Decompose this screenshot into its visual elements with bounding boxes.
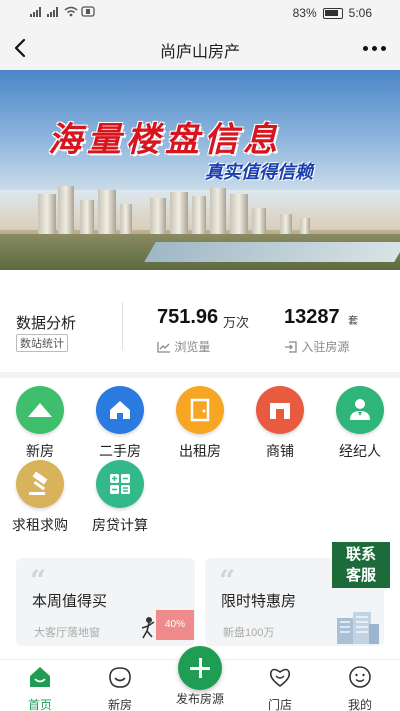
listings-unit: 套	[348, 316, 358, 327]
tab-label: 门店	[267, 698, 292, 711]
signal-icon-2	[47, 7, 58, 17]
page-title: 尚庐山房产	[159, 44, 240, 61]
card-subtitle: 新盘100万	[223, 627, 275, 639]
grid-item-mortgage-calculator[interactable]: 房贷计算	[85, 460, 155, 535]
enter-icon	[285, 341, 297, 353]
status-bar: 83% 5:06	[0, 0, 400, 28]
grid-item-second-hand[interactable]: 二手房	[85, 386, 155, 461]
signal-indicators	[30, 6, 95, 17]
gavel-icon	[16, 460, 64, 508]
smile-icon	[109, 667, 131, 688]
section-divider	[0, 372, 400, 378]
promo-banner[interactable]: 海量楼盘信息 真实值得信赖	[0, 70, 400, 270]
card-title: 限时特惠房	[221, 593, 297, 610]
grid-item-label: 商铺	[266, 443, 294, 459]
battery-percent: 83%	[292, 6, 317, 20]
customer-service-line1: 联系	[345, 546, 376, 563]
discount-tag: 40%	[156, 610, 194, 640]
grid-item-rent-buy-request[interactable]: 求租求购	[5, 460, 75, 535]
mountain-icon	[16, 386, 64, 434]
customer-service-button[interactable]: 联系 客服	[332, 542, 390, 588]
nav-bar: 尚庐山房产	[0, 28, 400, 70]
building-illustration-icon	[337, 612, 379, 644]
home-smile-icon	[30, 667, 50, 687]
views-label-row: 浏览量	[157, 338, 210, 355]
tab-stores[interactable]: 门店	[245, 662, 315, 711]
discount-tag-label: 40%	[164, 619, 185, 630]
views-value: 751.96	[157, 306, 219, 328]
nfc-icon	[81, 6, 95, 17]
listings-label-row: 入驻房源	[284, 338, 349, 355]
stats-title: 数据分析	[16, 315, 77, 332]
clock: 5:06	[348, 6, 372, 20]
publish-listing-button[interactable]	[178, 646, 222, 690]
card-weekly-pick[interactable]: “ 本周值得买 大客厅落地窗 40%	[16, 558, 195, 646]
grid-item-label: 出租房	[179, 443, 221, 459]
calculator-icon	[96, 460, 144, 508]
person-illustration-icon	[141, 617, 155, 639]
banner-subheadline: 真实值得信赖	[205, 162, 313, 183]
tab-label: 首页	[27, 698, 52, 711]
battery-icon	[322, 7, 343, 19]
card-subtitle: 大客厅落地窗	[34, 627, 100, 639]
face-icon	[349, 666, 371, 688]
listings-value: 13287	[284, 306, 340, 328]
agent-icon	[336, 386, 384, 434]
grid-item-label: 新房	[26, 443, 54, 459]
card-title: 本周值得买	[32, 593, 108, 610]
heart-icon	[269, 668, 291, 687]
more-icon[interactable]	[363, 46, 386, 51]
listings-label: 入驻房源	[301, 340, 350, 354]
stats-badge: 数站统计	[16, 334, 68, 352]
grid-item-label: 二手房	[99, 443, 141, 459]
data-analysis-panel: 数据分析 数站统计 751.96 万次 浏览量 13287 套 入驻房源	[0, 290, 400, 370]
tab-mine[interactable]: 我的	[325, 662, 395, 711]
grid-item-label: 求租求购	[12, 517, 68, 533]
stats-divider	[122, 302, 123, 350]
grid-item-shop[interactable]: 商铺	[245, 386, 315, 461]
chart-icon	[157, 342, 170, 353]
tab-label: 我的	[347, 698, 372, 711]
signal-icon	[30, 7, 41, 17]
views-label: 浏览量	[174, 340, 211, 354]
grid-item-rental[interactable]: 出租房	[165, 386, 235, 461]
tab-label: 新房	[107, 698, 132, 711]
door-icon	[176, 386, 224, 434]
wifi-icon	[64, 6, 78, 17]
tab-new-house[interactable]: 新房	[85, 662, 155, 711]
grid-item-new-house[interactable]: 新房	[5, 386, 75, 461]
views-unit: 万次	[223, 315, 250, 330]
publish-listing-label: 发布房源	[175, 692, 224, 706]
home-icon	[96, 386, 144, 434]
banner-headline: 海量楼盘信息	[48, 120, 282, 160]
grid-item-agent[interactable]: 经纪人	[325, 386, 395, 461]
shop-icon	[256, 386, 304, 434]
grid-item-label: 经纪人	[339, 443, 381, 459]
customer-service-line2: 客服	[345, 567, 376, 584]
tab-home[interactable]: 首页	[5, 662, 75, 711]
grid-item-label: 房贷计算	[92, 517, 148, 533]
